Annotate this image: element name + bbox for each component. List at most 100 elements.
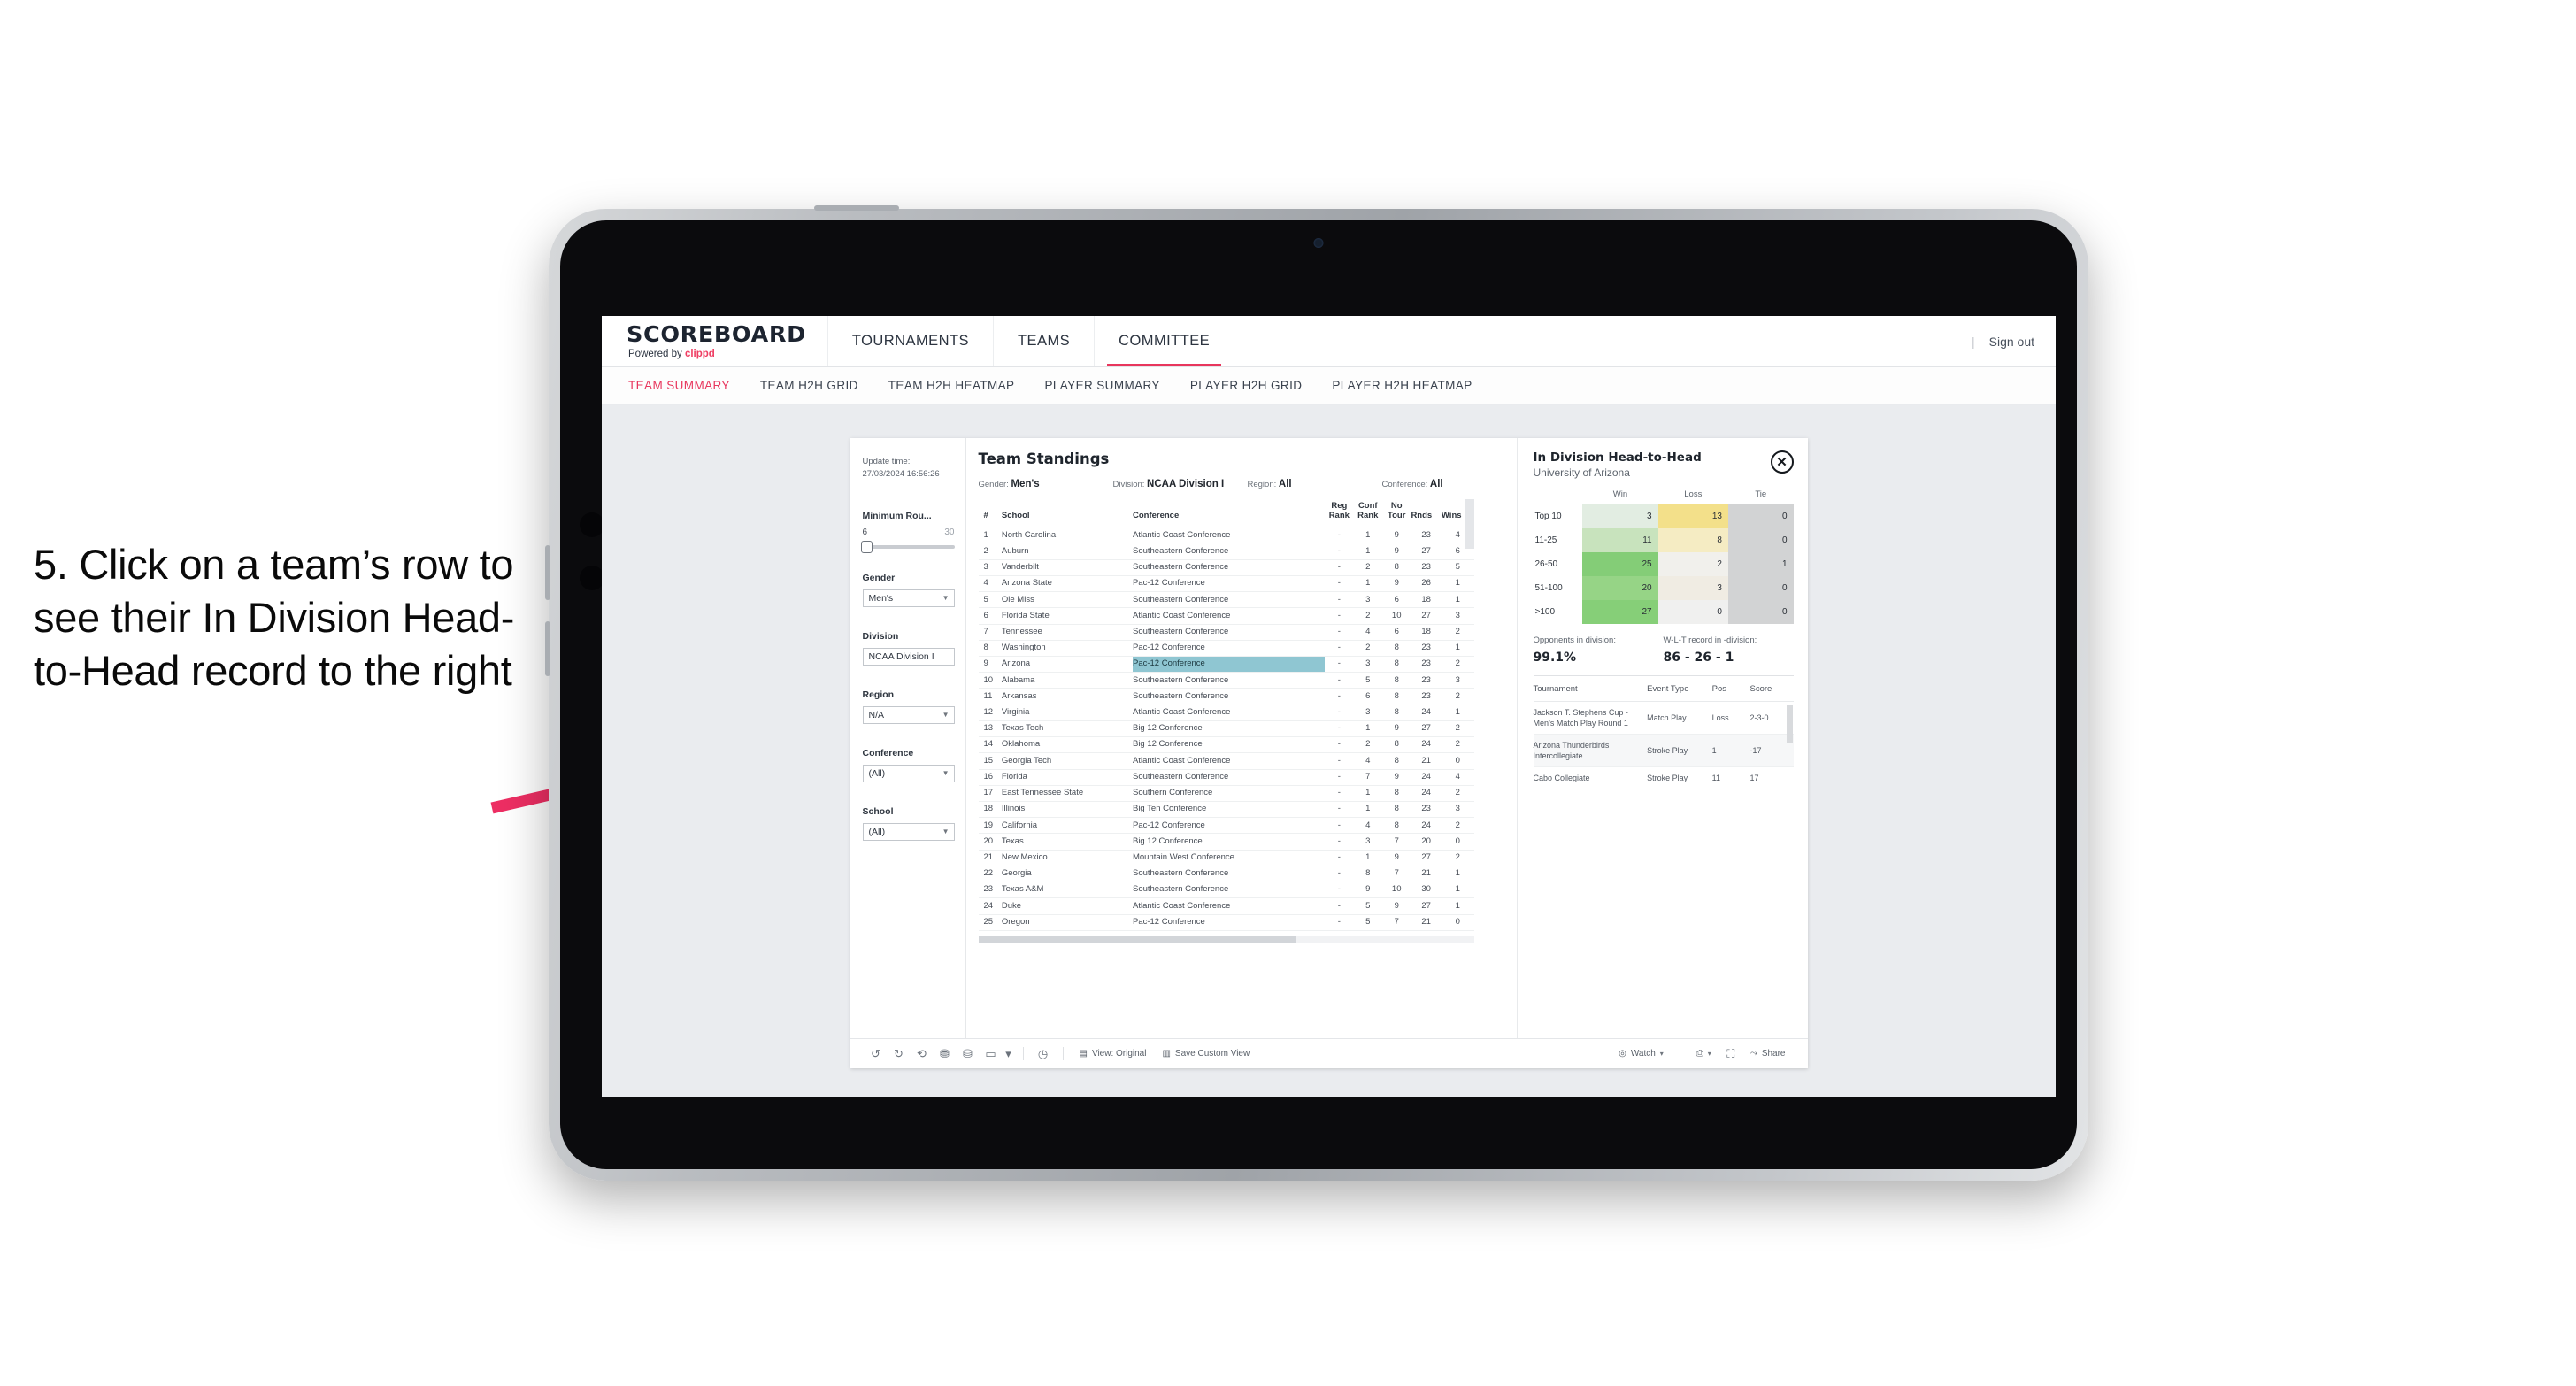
highlight-icon[interactable]: ▭ — [980, 1044, 1003, 1064]
tab-team-summary[interactable]: TEAM SUMMARY — [628, 379, 730, 392]
revert-icon[interactable]: ⟲ — [911, 1044, 934, 1064]
table-row[interactable]: 25 Oregon Pac-12 Conference -5 7 21 0 — [978, 914, 1474, 931]
clock-history-icon[interactable]: ◷ — [1032, 1044, 1055, 1064]
scrollbar-thumb[interactable] — [978, 935, 1296, 943]
table-row[interactable]: 4 Arizona State Pac-12 Conference -1 9 26 1 — [978, 575, 1474, 593]
heatmap-cell-loss[interactable]: 8 — [1657, 527, 1728, 552]
standings-col-header[interactable]: Conf Rank — [1353, 499, 1382, 528]
division-select[interactable]: NCAA Division I — [862, 647, 955, 666]
tournament-col-header[interactable]: Score — [1749, 675, 1794, 702]
standings-col-header[interactable]: Reg Rank — [1325, 499, 1354, 528]
sign-out-link[interactable]: Sign out — [1989, 335, 2034, 349]
table-row[interactable]: 21 New Mexico Mountain West Conference -1 9 2… — [978, 850, 1474, 866]
volume-up-button[interactable] — [545, 545, 550, 600]
vertical-scrollbar[interactable] — [1786, 704, 1793, 743]
heatmap-cell-loss[interactable]: 3 — [1657, 575, 1728, 600]
table-row[interactable]: 20 Texas Big 12 Conference -3 7 20 0 — [978, 833, 1474, 851]
heatmap-cell-tie[interactable]: 0 — [1727, 527, 1794, 552]
refresh-data-icon[interactable]: ⛃ — [934, 1044, 957, 1064]
table-cell: 6 — [978, 607, 1002, 625]
table-row[interactable]: 1 North Carolina Atlantic Coast Conference… — [978, 527, 1474, 544]
table-row[interactable]: 7 Tennessee Southeastern Conference -4 6 18 2 — [978, 624, 1474, 641]
redo-icon[interactable]: ↻ — [888, 1044, 911, 1064]
table-row[interactable]: 12 Virginia Atlantic Coast Conference -3 8 24… — [978, 705, 1474, 721]
table-row[interactable]: 3 Vanderbilt Southeastern Conference -2 8 23 5 — [978, 559, 1474, 576]
heatmap-cell-loss[interactable]: 13 — [1657, 504, 1728, 528]
share-button[interactable]: ⤳ Share — [1742, 1049, 1794, 1059]
table-row[interactable]: 23 Texas A&M Southeastern Conference -9 10 30… — [978, 882, 1474, 899]
update-time-value: 27/03/2024 16:56:26 — [862, 468, 940, 479]
standings-col-header[interactable]: # — [978, 499, 1002, 528]
nav-tournaments[interactable]: TOURNAMENTS — [828, 316, 994, 366]
view-original-button[interactable]: ▤ View: Original — [1072, 1049, 1155, 1059]
tab-team-h2h-grid[interactable]: TEAM H2H GRID — [760, 379, 858, 392]
table-cell: Pac-12 Conference — [1132, 575, 1326, 593]
min-rounds-slider[interactable] — [860, 540, 955, 553]
table-row[interactable]: 6 Florida State Atlantic Coast Conference -… — [978, 607, 1474, 625]
standings-col-header[interactable]: No Tour — [1381, 499, 1411, 528]
watch-button[interactable]: ◎ Watch ▾ — [1611, 1049, 1672, 1059]
slider-handle[interactable] — [860, 540, 873, 553]
power-button[interactable] — [814, 205, 899, 211]
nav-committee[interactable]: COMMITTEE — [1095, 316, 1235, 366]
tournament-col-header[interactable]: Tournament — [1533, 675, 1648, 702]
school-select[interactable]: (All) ▼ — [862, 822, 955, 841]
pause-updates-icon[interactable]: ⛁ — [957, 1044, 980, 1064]
heatmap-cell-loss[interactable]: 0 — [1657, 599, 1728, 624]
heatmap-cell-tie[interactable]: 0 — [1727, 599, 1794, 624]
table-row[interactable]: 10 Alabama Southeastern Conference -5 8 23 3 — [978, 672, 1474, 689]
horizontal-scrollbar[interactable] — [978, 935, 1474, 943]
region-select[interactable]: N/A ▼ — [862, 705, 955, 724]
table-row[interactable]: 2 Auburn Southeastern Conference -1 9 27 6 — [978, 543, 1474, 560]
close-icon[interactable]: ✕ — [1770, 450, 1794, 474]
tournament-col-header[interactable]: Event Type — [1647, 675, 1712, 702]
chevron-down-icon[interactable]: ▾ — [1003, 1044, 1015, 1064]
tab-player-summary[interactable]: PLAYER SUMMARY — [1044, 379, 1159, 392]
volume-down-button[interactable] — [545, 621, 550, 676]
list-item[interactable]: Arizona Thunderbirds Intercollegiate Stro… — [1533, 734, 1794, 768]
heatmap-cell-win[interactable]: 25 — [1582, 551, 1658, 576]
heatmap-cell-win[interactable]: 11 — [1582, 527, 1658, 552]
list-item[interactable]: Jackson T. Stephens Cup - Men’s Match Pl… — [1533, 701, 1794, 735]
heatmap-cell-loss[interactable]: 2 — [1657, 551, 1728, 576]
tab-team-h2h-heatmap[interactable]: TEAM H2H HEATMAP — [888, 379, 1015, 392]
tab-player-h2h-heatmap[interactable]: PLAYER H2H HEATMAP — [1332, 379, 1472, 392]
tournament-col-header[interactable]: Pos — [1711, 675, 1750, 702]
heatmap-cell-win[interactable]: 20 — [1582, 575, 1658, 600]
table-row[interactable]: 8 Washington Pac-12 Conference -2 8 23 1 — [978, 640, 1474, 658]
standings-col-header[interactable]: School — [1001, 499, 1133, 528]
table-row[interactable]: 18 Illinois Big Ten Conference -1 8 23 3 — [978, 801, 1474, 819]
heatmap-cell-win[interactable]: 3 — [1582, 504, 1658, 528]
heatmap-cell-tie[interactable]: 0 — [1727, 575, 1794, 600]
undo-icon[interactable]: ↺ — [865, 1044, 888, 1064]
gender-select[interactable]: Men's ▼ — [862, 589, 955, 607]
fullscreen-icon[interactable]: ⛶ — [1719, 1044, 1742, 1064]
heatmap-cell-tie[interactable]: 1 — [1727, 551, 1794, 576]
tab-player-h2h-grid[interactable]: PLAYER H2H GRID — [1190, 379, 1303, 392]
table-cell: 13 — [978, 720, 1002, 738]
nav-teams[interactable]: TEAMS — [994, 316, 1096, 366]
standings-col-header[interactable]: Rnds — [1411, 499, 1442, 528]
table-row[interactable]: 24 Duke Atlantic Coast Conference -5 9 27 1 — [978, 897, 1474, 915]
conference-select[interactable]: (All) ▼ — [862, 764, 955, 782]
table-row[interactable]: 15 Georgia Tech Atlantic Coast Conference -… — [978, 752, 1474, 770]
standings-col-header[interactable]: Conference — [1132, 499, 1326, 528]
table-row[interactable]: 5 Ole Miss Southeastern Conference -3 6 18 1 — [978, 591, 1474, 609]
heatmap-cell-tie[interactable]: 0 — [1727, 504, 1794, 528]
table-row[interactable]: 16 Florida Southeastern Conference -7 9 24 4 — [978, 769, 1474, 786]
table-cell: Tennessee — [1001, 624, 1133, 641]
brand-logo[interactable]: SCOREBOARD Powered by clippd — [602, 316, 828, 366]
table-row[interactable]: 22 Georgia Southeastern Conference -8 7 21 1 — [978, 866, 1474, 883]
table-row[interactable]: 11 Arkansas Southeastern Conference -6 8 23 2 — [978, 688, 1474, 705]
download-button[interactable]: ⎙ ▾ — [1688, 1049, 1719, 1059]
save-custom-view-button[interactable]: ▥ Save Custom View — [1154, 1049, 1257, 1059]
heatmap-cell-win[interactable]: 27 — [1582, 599, 1658, 624]
list-item[interactable]: Cabo Collegiate Stroke Play 11 17 — [1533, 766, 1794, 790]
table-row[interactable]: 13 Texas Tech Big 12 Conference -1 9 27 2 — [978, 720, 1474, 738]
table-row[interactable]: 17 East Tennessee State Southern Conferenc… — [978, 785, 1474, 802]
table-row[interactable]: 9 Arizona Pac-12 Conference -3 8 23 2 — [978, 656, 1474, 674]
table-cell: 0 — [1441, 833, 1474, 851]
table-row[interactable]: 19 California Pac-12 Conference -4 8 24 2 — [978, 817, 1474, 835]
header-divider: | — [1971, 334, 1975, 349]
table-row[interactable]: 14 Oklahoma Big 12 Conference -2 8 24 2 — [978, 736, 1474, 754]
